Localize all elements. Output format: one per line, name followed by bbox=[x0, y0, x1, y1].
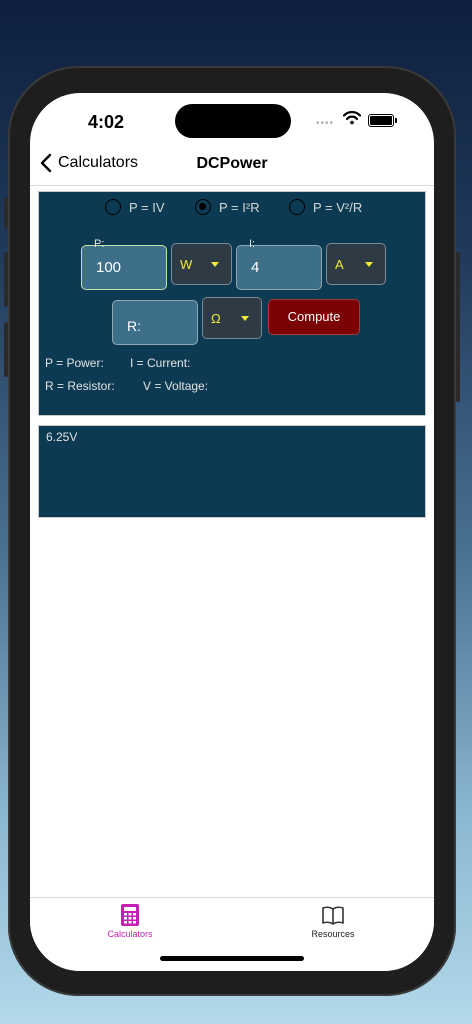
status-time: 4:02 bbox=[88, 112, 125, 132]
legend-current: I = Current: bbox=[130, 356, 191, 370]
resistor-input[interactable]: R: bbox=[112, 300, 198, 345]
radio-p-v2r[interactable]: P = V²/R bbox=[289, 199, 362, 215]
power-unit-value: W bbox=[180, 257, 193, 272]
tab-calculators-label: Calculators bbox=[107, 929, 153, 939]
tab-calculators[interactable]: Calculators bbox=[70, 903, 190, 939]
caret-down-icon bbox=[211, 262, 219, 267]
current-value: 4 bbox=[251, 259, 260, 276]
calculator-icon bbox=[121, 904, 139, 926]
side-button-power bbox=[456, 252, 460, 402]
resistor-placeholder: R: bbox=[127, 318, 141, 334]
power-input[interactable]: P: 100 bbox=[81, 238, 167, 290]
calculator-panel: P = IV P = I²R P = V²/R P: 100 W I: 4 A … bbox=[38, 191, 426, 416]
power-floating-label: P: bbox=[94, 238, 105, 250]
page-title: DCPower bbox=[196, 155, 268, 172]
resistor-unit-value: Ω bbox=[211, 311, 221, 326]
dynamic-island bbox=[175, 104, 291, 138]
wifi-icon bbox=[343, 111, 361, 125]
current-unit-select[interactable]: A bbox=[326, 243, 386, 285]
compute-button[interactable]: Compute bbox=[268, 299, 360, 335]
caret-down-icon bbox=[241, 316, 249, 321]
power-value: 100 bbox=[96, 259, 122, 276]
radio-circle-icon bbox=[105, 199, 121, 215]
legend-voltage: V = Voltage: bbox=[143, 379, 209, 393]
resistor-unit-select[interactable]: Ω bbox=[202, 297, 262, 339]
radio-circle-icon bbox=[289, 199, 305, 215]
radio-label: P = IV bbox=[129, 199, 165, 215]
radio-label: P = V²/R bbox=[313, 199, 363, 215]
book-icon bbox=[322, 906, 344, 925]
current-unit-value: A bbox=[335, 257, 344, 272]
legend-resistor: R = Resistor: bbox=[45, 379, 115, 393]
status-bar: 4:02 •••• bbox=[30, 93, 434, 147]
home-indicator bbox=[160, 956, 304, 961]
power-unit-select[interactable]: W bbox=[171, 243, 232, 285]
side-button-volume-up bbox=[4, 252, 8, 307]
legend-power: P = Power: bbox=[45, 356, 104, 370]
signal-icon: •••• bbox=[316, 118, 335, 129]
screen: 4:02 •••• Calculators DCPower P = IV P =… bbox=[30, 93, 434, 971]
side-button-mute bbox=[4, 197, 8, 229]
current-floating-label: I: bbox=[249, 238, 256, 250]
radio-selected-icon bbox=[195, 199, 211, 215]
radio-p-i2r[interactable]: P = I²R bbox=[195, 199, 260, 215]
result-text: 6.25V bbox=[46, 430, 78, 444]
radio-p-iv[interactable]: P = IV bbox=[105, 199, 165, 215]
caret-down-icon bbox=[365, 262, 373, 267]
battery-icon bbox=[368, 114, 397, 127]
side-button-volume-down bbox=[4, 322, 8, 377]
current-input[interactable]: I: 4 bbox=[236, 238, 322, 290]
radio-label: P = I²R bbox=[219, 199, 260, 215]
navigation-bar: Calculators DCPower bbox=[30, 147, 434, 186]
tab-resources-label: Resources bbox=[311, 929, 355, 939]
result-panel: 6.25V bbox=[38, 425, 426, 518]
tab-resources[interactable]: Resources bbox=[273, 903, 393, 939]
